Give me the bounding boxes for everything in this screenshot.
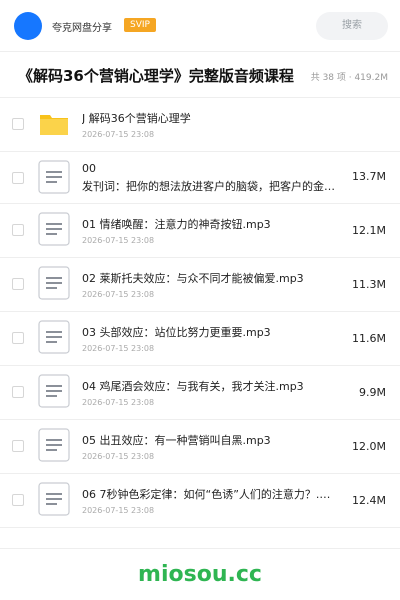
- file-list: J 解码36个营销心理学 2026-07-15 23:08 00 发刊词：把你的…: [0, 98, 400, 528]
- file-name: 03 头部效应：站位比努力更重要.mp3: [82, 326, 271, 339]
- file-size: 11.3M: [352, 278, 386, 291]
- watermark-text: miosou.cc: [138, 562, 262, 587]
- row-checkbox[interactable]: [12, 278, 24, 290]
- row-checkbox[interactable]: [12, 332, 24, 344]
- page-title: 《解码36个营销心理学》完整版音频课程: [18, 67, 294, 85]
- file-name: 04 鸡尾酒会效应：与我有关，我才关注.mp3: [82, 380, 304, 393]
- document-icon: [38, 428, 70, 462]
- avatar[interactable]: [14, 12, 42, 40]
- file-name-line2: 发刊词：把你的想法放进客户的脑袋，把客户的金…: [82, 180, 335, 193]
- row-checkbox[interactable]: [12, 494, 24, 506]
- file-size: 9.9M: [359, 386, 386, 399]
- header: 夸克网盘分享 SVIP 搜索: [0, 0, 400, 52]
- file-size: 13.7M: [352, 170, 386, 183]
- document-icon: [38, 320, 70, 354]
- file-date: 2026-07-15 23:08: [82, 344, 155, 353]
- list-item[interactable]: 02 莱斯托夫效应：与众不同才能被偏爱.mp3 2026-07-15 23:08…: [0, 258, 400, 312]
- list-item[interactable]: J 解码36个营销心理学 2026-07-15 23:08: [0, 98, 400, 152]
- document-icon: [38, 212, 70, 246]
- search-input[interactable]: 搜索: [316, 12, 388, 40]
- file-date: 2026-07-15 23:08: [82, 506, 155, 515]
- document-icon: [38, 266, 70, 300]
- file-name: 06 7秒钟色彩定律：如何“色诱”人们的注意力？.…: [82, 488, 331, 501]
- list-item[interactable]: 06 7秒钟色彩定律：如何“色诱”人们的注意力？.… 2026-07-15 23…: [0, 474, 400, 528]
- file-name: 02 莱斯托夫效应：与众不同才能被偏爱.mp3: [82, 272, 304, 285]
- list-item[interactable]: 05 出丑效应：有一种营销叫自黑.mp3 2026-07-15 23:08 12…: [0, 420, 400, 474]
- file-date: 2026-07-15 23:08: [82, 290, 155, 299]
- file-size: 12.0M: [352, 440, 386, 453]
- document-icon: [38, 374, 70, 408]
- item-count: 共 38 项 · 419.2M: [310, 73, 388, 83]
- list-item[interactable]: 01 情绪唤醒：注意力的神奇按钮.mp3 2026-07-15 23:08 12…: [0, 204, 400, 258]
- file-date: 2026-07-15 23:08: [82, 398, 155, 407]
- file-date: 2026-07-15 23:08: [82, 130, 155, 139]
- list-item[interactable]: 00 发刊词：把你的想法放进客户的脑袋，把客户的金… 13.7M: [0, 152, 400, 204]
- folder-icon: [40, 115, 68, 135]
- file-date: 2026-07-15 23:08: [82, 452, 155, 461]
- file-size: 12.1M: [352, 224, 386, 237]
- row-checkbox[interactable]: [12, 224, 24, 236]
- file-name: 00: [82, 162, 96, 175]
- file-date: 2026-07-15 23:08: [82, 236, 155, 245]
- document-icon: [38, 160, 70, 194]
- row-checkbox[interactable]: [12, 440, 24, 452]
- divider: [0, 548, 400, 549]
- list-item[interactable]: 04 鸡尾酒会效应：与我有关，我才关注.mp3 2026-07-15 23:08…: [0, 366, 400, 420]
- page: 夸克网盘分享 SVIP 搜索 《解码36个营销心理学》完整版音频课程 共 38 …: [0, 0, 400, 600]
- file-size: 12.4M: [352, 494, 386, 507]
- row-checkbox[interactable]: [12, 118, 24, 130]
- file-name: 01 情绪唤醒：注意力的神奇按钮.mp3: [82, 218, 271, 231]
- file-name: 05 出丑效应：有一种营销叫自黑.mp3: [82, 434, 271, 447]
- row-checkbox[interactable]: [12, 386, 24, 398]
- document-icon: [38, 482, 70, 516]
- list-item[interactable]: 03 头部效应：站位比努力更重要.mp3 2026-07-15 23:08 11…: [0, 312, 400, 366]
- file-name: J 解码36个营销心理学: [82, 112, 191, 125]
- file-size: 11.6M: [352, 332, 386, 345]
- title-row: 《解码36个营销心理学》完整版音频课程 共 38 项 · 419.2M: [0, 52, 400, 98]
- app-name: 夸克网盘分享: [52, 23, 112, 34]
- row-checkbox[interactable]: [12, 172, 24, 184]
- svip-badge: SVIP: [124, 18, 156, 32]
